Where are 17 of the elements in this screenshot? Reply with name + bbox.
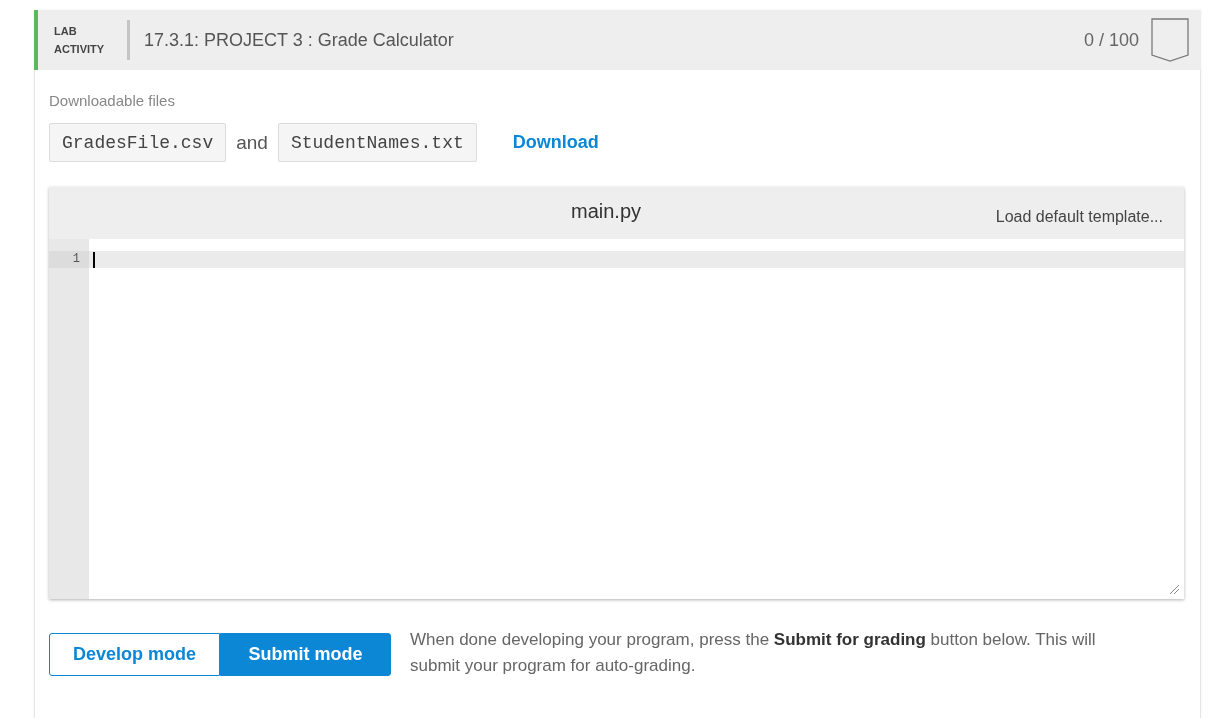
editor-file-name: main.py (571, 199, 641, 223)
load-template-link[interactable]: Load default template... (995, 208, 1163, 226)
file-name-chip: StudentNames.txt (277, 123, 477, 162)
downloadable-files-label: Downloadable files (49, 92, 176, 109)
resize-grip-icon[interactable] (1169, 584, 1180, 595)
line-number: 1 (49, 251, 89, 268)
file-name-chip: GradesFile.csv (49, 123, 227, 162)
code-input-area[interactable] (89, 239, 1184, 599)
mode-toggle-button[interactable]: Submit mode (220, 633, 391, 676)
instructions-text: When done developing your program, press the Submit for grading button below. This will submit your program for auto-grading. (410, 629, 1097, 677)
text-cursor (93, 251, 95, 268)
activity-type-label: LAB ACTIVITY (54, 24, 106, 57)
score-text: 0 / 100 (1083, 29, 1139, 51)
separator-text: and (236, 131, 268, 154)
activity-title: 17.3.1: PROJECT 3 : Grade Calculator (144, 29, 455, 51)
download-link[interactable]: Download (512, 132, 599, 153)
mode-toggle-button[interactable]: Develop mode (49, 633, 220, 676)
